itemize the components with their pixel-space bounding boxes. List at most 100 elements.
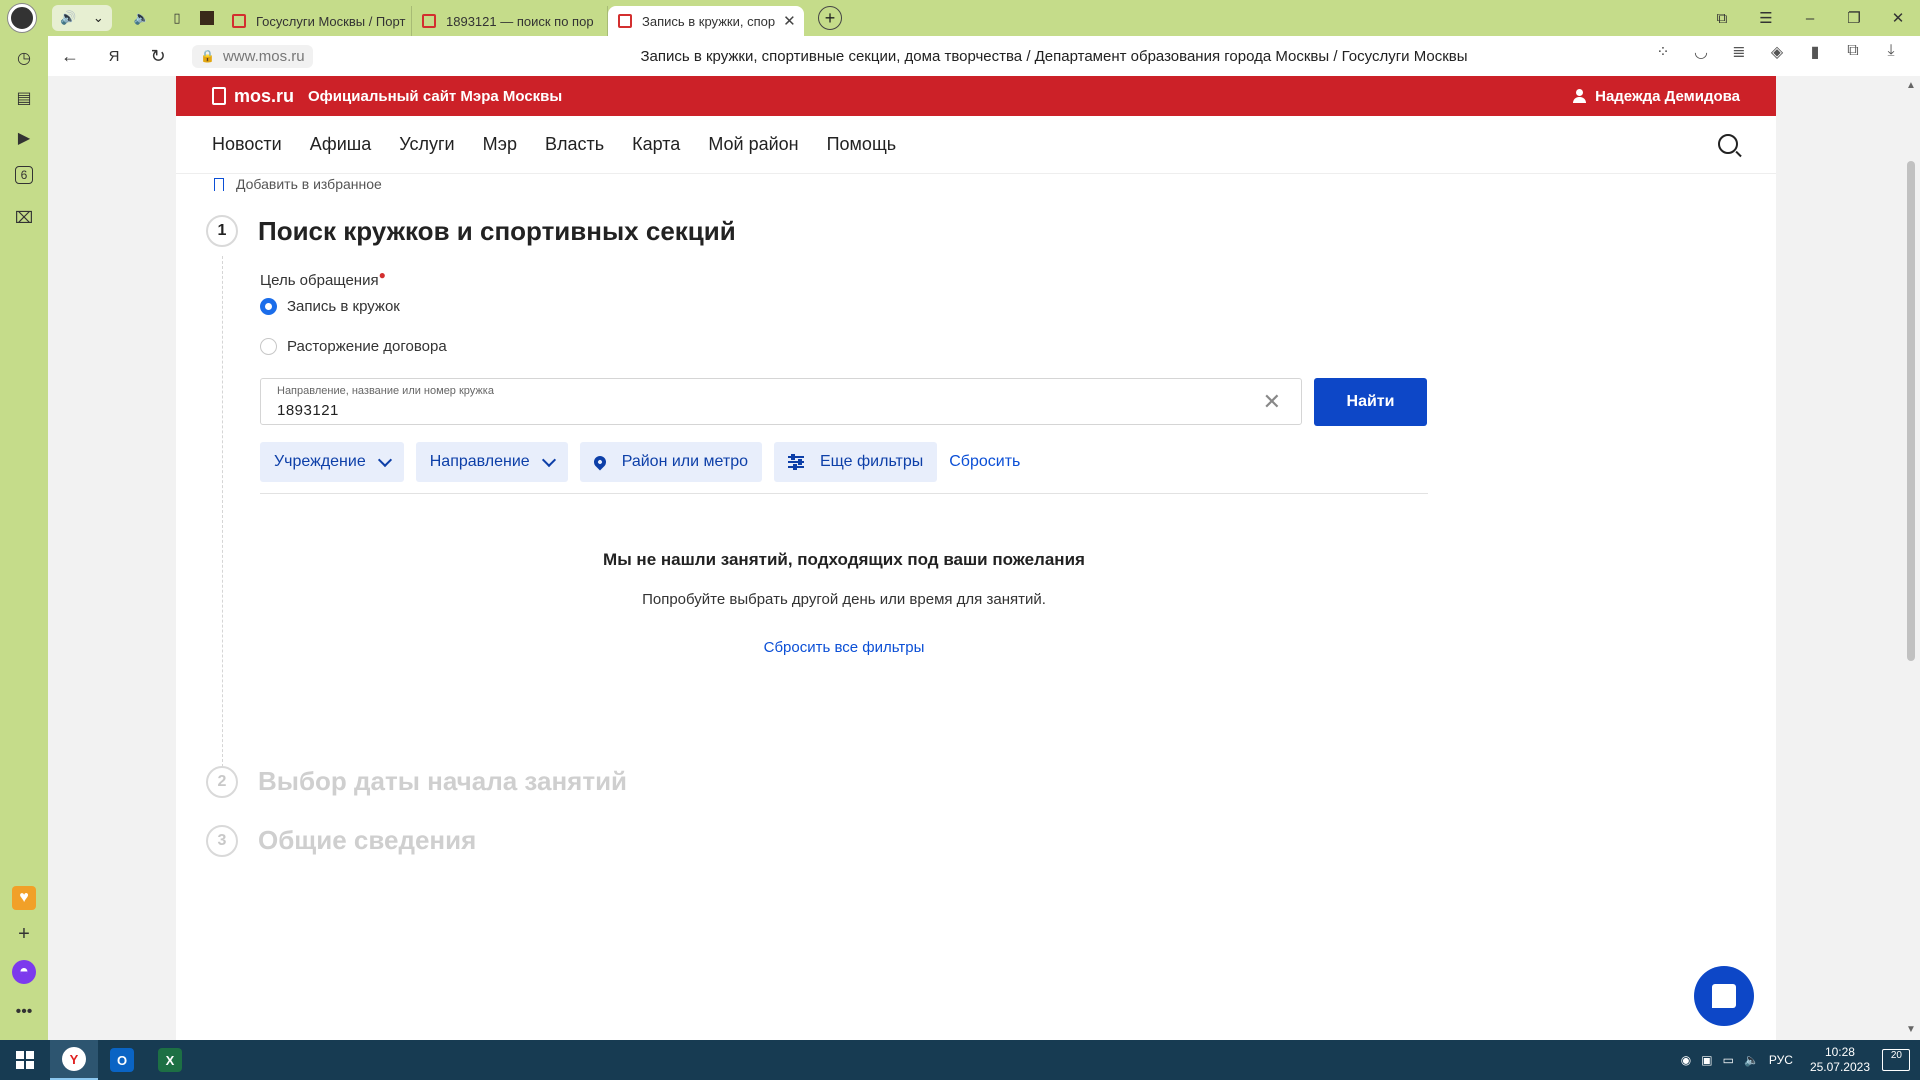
restore-icon[interactable]: ❐ [1832,9,1876,27]
step-1-number: 1 [206,215,238,247]
feed-icon[interactable]: ▤ [12,86,36,110]
chat-button[interactable] [1694,966,1754,1026]
mos-favicon-icon [618,14,632,28]
reset-all-filters-link[interactable]: Сбросить все фильтры [260,639,1428,656]
chevron-down-icon[interactable]: ⌄ [93,10,104,26]
back-icon[interactable]: ← [48,46,92,67]
filter-institution[interactable]: Учреждение [260,442,404,482]
pinned-tab-icon[interactable] [192,5,222,31]
security-tray-icon[interactable]: ◉ [1681,1053,1691,1067]
extensions-icon[interactable]: ⁘ [1644,42,1682,62]
system-tray: ◉ ▣ ▭ 🔈 РУС 10:28 25.07.2023 20 [1676,1040,1920,1080]
nav-item-help[interactable]: Помощь [827,134,897,155]
search-icon[interactable] [1718,134,1738,154]
more-icon[interactable]: ••• [12,1000,36,1024]
mos-favicon-icon [232,14,246,28]
taskbar-outlook[interactable]: O [98,1040,146,1080]
protect-icon[interactable]: ◈ [1758,42,1796,62]
browser-logo-icon[interactable] [8,4,36,32]
menu-icon[interactable]: ☰ [1744,9,1788,27]
network-icon[interactable]: ▭ [1723,1053,1734,1067]
audio-control[interactable]: 🔊 ⌄ [52,5,112,31]
taskbar-excel[interactable]: X [146,1040,194,1080]
radio-enroll[interactable]: Запись в кружок [260,298,400,315]
chevron-down-icon [377,452,392,467]
reload-icon[interactable]: ↻ [136,46,180,67]
add-icon[interactable]: + [12,922,36,946]
nav-item-authority[interactable]: Власть [545,134,604,155]
filter-direction[interactable]: Направление [415,442,568,482]
user-profile-link[interactable]: Надежда Демидова [1573,88,1740,105]
yandex-icon[interactable]: Я [92,48,136,65]
nav-item-services[interactable]: Услуги [399,134,454,155]
url-field[interactable]: 🔒 www.mos.ru [192,44,313,68]
headphones-icon[interactable]: ◡ [1682,42,1720,62]
alice-icon[interactable]: ◓ [12,960,36,984]
step-1-title: Поиск кружков и спортивных секций [258,216,736,246]
step-2-number: 2 [206,766,238,798]
mos-logo[interactable]: mos.ru [212,86,294,107]
nav-item-my-district[interactable]: Мой район [708,134,798,155]
add-to-favorites-link[interactable]: Добавить в избранное [214,174,382,194]
step-3-title: Общие сведения [258,825,477,855]
scroll-thumb[interactable] [1907,161,1915,661]
nav-item-afisha[interactable]: Афиша [310,134,372,155]
close-icon[interactable]: ✕ [783,12,796,30]
location-pin-icon [591,453,609,471]
chevron-down-icon [541,452,556,467]
mos-favicon-icon [422,14,436,28]
radio-selected-icon[interactable] [260,298,277,315]
find-button[interactable]: Найти [1314,378,1427,426]
clock[interactable]: 10:28 25.07.2023 [1810,1045,1870,1075]
filter-district[interactable]: Район или метро [579,442,762,482]
step-divider [222,256,223,772]
tab-gosuslugi[interactable]: Госуслуги Москвы / Порт [222,6,412,36]
numbered-icon[interactable]: 6 [15,166,33,184]
reader-icon[interactable]: ≣ [1720,42,1758,62]
bookmark-icon[interactable]: ▮ [1796,42,1834,62]
nav-item-mayor[interactable]: Мэр [483,134,517,155]
clear-icon[interactable]: ✕ [1263,389,1281,415]
address-bar: ← Я ↻ 🔒 www.mos.ru Запись в кружки, спор… [48,36,1920,76]
bookmark-icon [214,177,224,191]
page-icon[interactable]: ▯ [162,5,192,31]
mos-logo-icon [212,87,226,105]
user-icon [1573,89,1587,103]
filter-more[interactable]: Еще фильтры [774,442,938,482]
reset-link[interactable]: Сбросить [949,453,1020,471]
outlook-tray-icon[interactable]: ▣ [1701,1053,1712,1067]
language-indicator[interactable]: РУС [1769,1053,1793,1067]
collections-icon[interactable]: ⧉ [1700,10,1744,27]
nav-item-map[interactable]: Карта [632,134,680,155]
main-nav: Новости Афиша Услуги Мэр Власть Карта Мо… [176,116,1776,174]
history-icon[interactable]: ◷ [12,46,36,70]
speaker-icon[interactable]: 🔊 [60,10,76,26]
minimize-icon[interactable]: – [1788,10,1832,27]
download-icon[interactable]: ⤓ [1872,42,1910,62]
search-input-value[interactable]: 1893121 [277,402,339,419]
notifications-icon[interactable]: 20 [1882,1049,1910,1071]
close-window-icon[interactable]: ✕ [1876,9,1920,27]
scroll-down-icon[interactable]: ▼ [1906,1024,1916,1035]
collections-icon[interactable]: ⧉ [1834,42,1872,62]
scroll-up-icon[interactable]: ▲ [1906,80,1916,91]
camera-icon[interactable]: ⌧ [12,206,36,230]
scrollbar[interactable]: ▲ ▼ [1902,76,1920,1040]
radio-terminate[interactable]: Расторжение договора [260,338,447,355]
tab-search[interactable]: 1893121 — поиск по пор [412,6,608,36]
windows-icon [16,1051,34,1069]
mute-icon[interactable]: 🔈 [122,5,162,31]
app-icon[interactable]: ♥ [12,886,36,910]
start-button[interactable] [0,1040,50,1080]
required-marker: ● [378,268,386,282]
search-input[interactable]: Направление, название или номер кружка 1… [260,378,1302,425]
nav-item-news[interactable]: Новости [212,134,282,155]
address-bar-actions: ⁘ ◡ ≣ ◈ ▮ ⧉ ⤓ [1644,42,1910,62]
taskbar-yandex-browser[interactable]: Y [50,1040,98,1080]
radio-unselected-icon[interactable] [260,338,277,355]
tab-active-zapis[interactable]: Запись в кружки, спор ✕ [608,6,804,36]
video-icon[interactable]: ▶ [12,126,36,150]
volume-icon[interactable]: 🔈 [1744,1053,1759,1067]
page-title-display: Запись в кружки, спортивные секции, дома… [640,48,1468,65]
new-tab-button[interactable]: + [818,6,842,30]
